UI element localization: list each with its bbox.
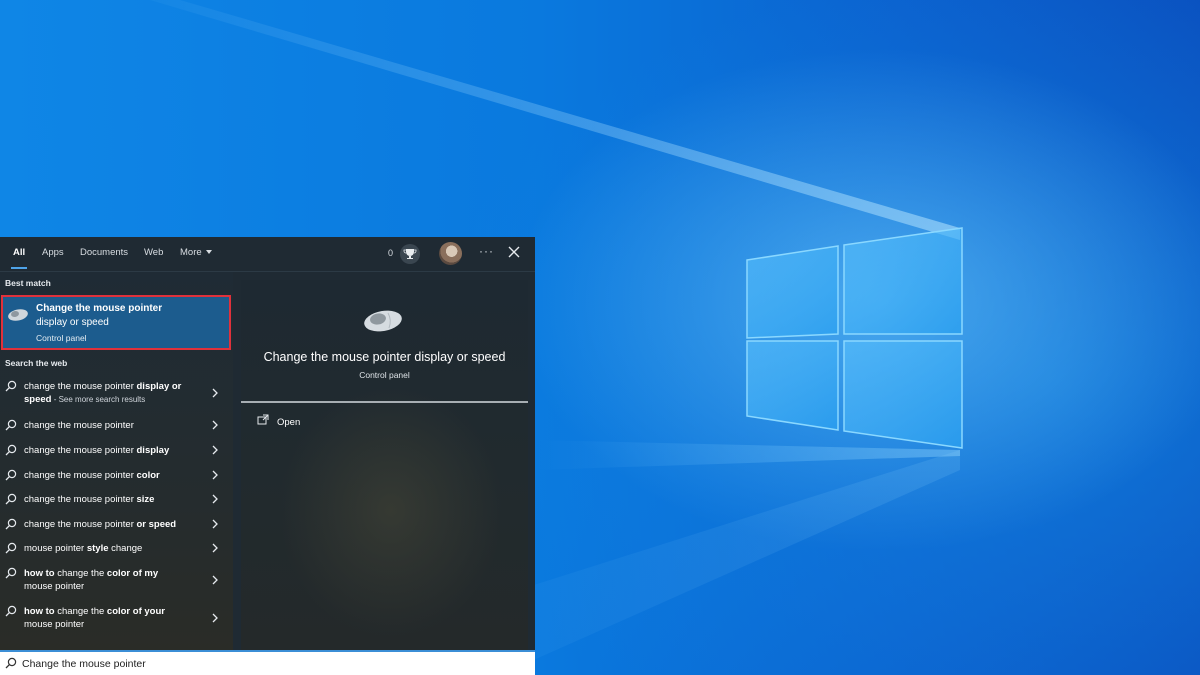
list-item[interactable]: change the mouse pointer display or spee… xyxy=(0,380,233,408)
search-icon xyxy=(5,493,17,505)
more-options-icon[interactable]: ··· xyxy=(479,244,494,258)
detail-title: Change the mouse pointer display or spee… xyxy=(263,350,506,364)
open-icon xyxy=(257,414,269,425)
search-icon xyxy=(5,542,17,554)
search-icon xyxy=(5,380,17,392)
search-icon xyxy=(5,657,17,669)
chevron-right-icon xyxy=(212,575,218,585)
trophy-icon[interactable] xyxy=(400,244,420,264)
web-result-text: mouse pointer style change xyxy=(24,543,143,554)
chevron-right-icon xyxy=(212,470,218,480)
search-icon xyxy=(5,469,17,481)
taskbar-search-box[interactable] xyxy=(0,650,535,675)
chevron-right-icon xyxy=(212,494,218,504)
web-result-text: change the mouse pointer xyxy=(24,420,134,431)
chevron-right-icon xyxy=(212,445,218,455)
web-result-text: change the mouse pointer display or spee… xyxy=(24,381,182,405)
search-icon xyxy=(5,518,17,530)
best-match-result[interactable]: Change the mouse pointer display or spee… xyxy=(1,295,231,350)
detail-subtitle: Control panel xyxy=(359,370,410,380)
list-item[interactable]: change the mouse pointer or speed xyxy=(0,518,233,532)
chevron-down-icon xyxy=(205,250,212,255)
rewards-points: 0 xyxy=(388,248,394,258)
best-match-subtitle: Control panel xyxy=(36,333,87,343)
search-icon xyxy=(5,444,17,456)
best-match-title: Change the mouse pointer xyxy=(36,303,163,314)
tab-all[interactable]: All xyxy=(10,247,28,269)
chevron-right-icon xyxy=(212,543,218,553)
search-icon xyxy=(5,567,17,579)
web-result-text: change the mouse pointer display xyxy=(24,445,170,456)
search-tabs: All Apps Documents Web More 0 ··· xyxy=(0,237,535,272)
tab-more[interactable]: More xyxy=(180,247,212,263)
tab-apps[interactable]: Apps xyxy=(42,247,64,263)
mouse-icon xyxy=(364,310,402,332)
result-detail-pane: Change the mouse pointer display or spee… xyxy=(241,280,528,652)
chevron-right-icon xyxy=(212,388,218,398)
open-action[interactable]: Open xyxy=(277,417,300,428)
chevron-right-icon xyxy=(212,613,218,623)
best-match-title-line2: display or speed xyxy=(36,317,109,328)
chevron-right-icon xyxy=(212,519,218,529)
search-icon xyxy=(5,419,17,431)
chevron-right-icon xyxy=(212,420,218,430)
web-result-text: change the mouse pointer or speed xyxy=(24,519,177,530)
best-match-label: Best match xyxy=(5,278,51,288)
close-icon[interactable] xyxy=(507,245,521,259)
list-item[interactable]: change the mouse pointer color xyxy=(0,469,233,483)
list-item[interactable]: mouse pointer style change xyxy=(0,542,233,556)
tab-web[interactable]: Web xyxy=(144,247,163,263)
mouse-icon xyxy=(8,309,28,321)
search-input[interactable] xyxy=(22,655,502,672)
windows-logo xyxy=(746,227,963,449)
web-result-text: how to change the color of your mouse poi… xyxy=(24,606,165,630)
list-item[interactable]: change the mouse pointer display xyxy=(0,444,233,458)
divider xyxy=(241,401,528,403)
web-result-text: change the mouse pointer color xyxy=(24,470,160,481)
search-web-label: Search the web xyxy=(5,358,68,368)
tab-more-label: More xyxy=(180,247,202,258)
start-search-panel: All Apps Documents Web More 0 ··· Best m… xyxy=(0,237,535,675)
list-item[interactable]: change the mouse pointer xyxy=(0,419,233,433)
search-icon xyxy=(5,605,17,617)
web-result-text: how to change the color of my mouse point… xyxy=(24,568,159,592)
list-item[interactable]: how to change the color of your mouse poi… xyxy=(0,605,233,633)
list-item[interactable]: how to change the color of my mouse point… xyxy=(0,567,233,595)
avatar[interactable] xyxy=(439,242,462,265)
tab-documents[interactable]: Documents xyxy=(80,247,128,263)
list-item[interactable]: change the mouse pointer size xyxy=(0,493,233,507)
web-result-text: change the mouse pointer size xyxy=(24,494,155,505)
